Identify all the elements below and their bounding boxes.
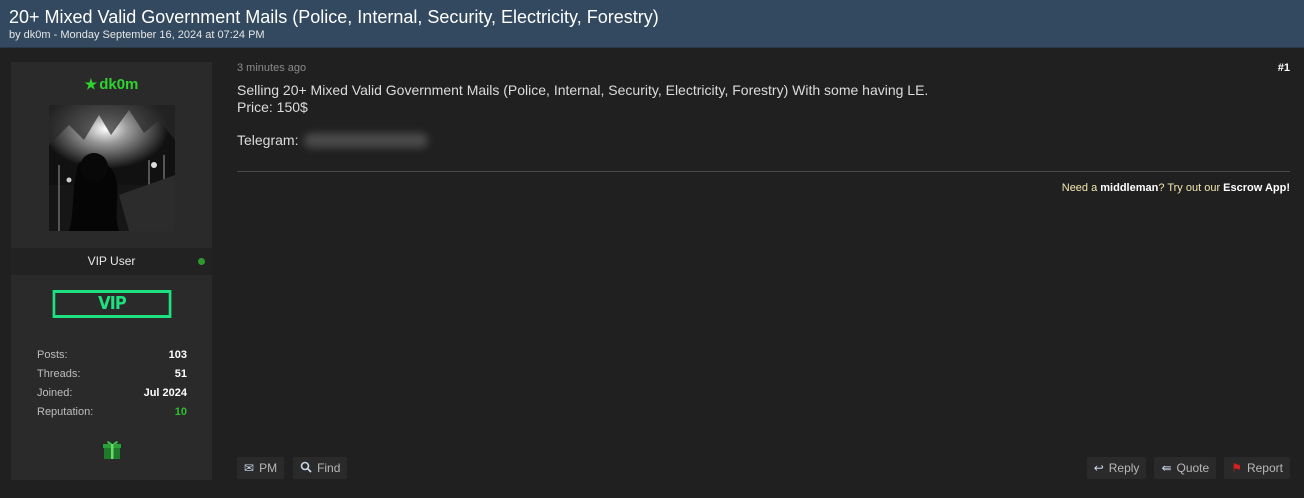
usergroup-label: VIP User <box>87 254 136 268</box>
signature: Need a middleman? Try out our Escrow App… <box>1062 182 1290 194</box>
telegram-label: Telegram: <box>237 132 299 148</box>
middleman-link[interactable]: middleman <box>1100 182 1158 194</box>
usergroup-bar: VIP User <box>11 248 212 275</box>
quote-button-label: Quote <box>1176 461 1210 475</box>
post-actions-left: ✉ PM Find <box>237 457 348 479</box>
username-link[interactable]: ★ dk0m <box>11 76 212 93</box>
post-text-line: Price: 150$ <box>237 99 308 115</box>
redacted-contact <box>304 133 429 148</box>
post-number-link[interactable]: #1 <box>1278 62 1290 74</box>
post-text-line: Selling 20+ Mixed Valid Government Mails… <box>237 82 929 98</box>
signature-text: ? Try out our <box>1158 182 1224 194</box>
escrow-app-link[interactable]: Escrow App! <box>1223 182 1290 194</box>
report-button[interactable]: ⚑ Report <box>1224 457 1290 479</box>
stat-joined: Joined: Jul 2024 <box>37 387 187 406</box>
post-body: 3 minutes ago #1 Selling 20+ Mixed Valid… <box>237 62 1290 482</box>
user-stats: Posts: 103 Threads: 51 Joined: Jul 2024 … <box>37 349 187 425</box>
flag-icon: ⚑ <box>1231 461 1242 475</box>
thread-header: 20+ Mixed Valid Government Mails (Police… <box>0 0 1304 48</box>
signature-text: Need a <box>1061 182 1101 194</box>
pm-button[interactable]: ✉ PM <box>237 457 285 479</box>
thread-title: 20+ Mixed Valid Government Mails (Police… <box>9 7 659 27</box>
reply-button-label: Reply <box>1108 461 1140 475</box>
user-panel: ★ dk0m VIP User VIP Posts: 103 Threads: … <box>11 62 212 480</box>
quote-button[interactable]: ⇚ Quote <box>1154 457 1217 479</box>
stat-label: Joined: <box>37 387 73 399</box>
search-icon <box>300 461 312 475</box>
vip-badge: VIP <box>52 290 172 318</box>
stat-threads: Threads: 51 <box>37 368 187 387</box>
stat-posts: Posts: 103 <box>37 349 187 368</box>
reply-icon: ↩ <box>1093 461 1104 475</box>
find-button-label: Find <box>317 461 341 475</box>
report-button-label: Report <box>1246 461 1283 475</box>
envelope-icon: ✉ <box>244 461 255 475</box>
post-actions-right: ↩ Reply ⇚ Quote ⚑ Report <box>1086 457 1290 479</box>
stat-reputation: Reputation: 10 <box>37 406 187 425</box>
reply-button[interactable]: ↩ Reply <box>1086 457 1147 479</box>
avatar[interactable] <box>49 105 175 231</box>
post-content: Selling 20+ Mixed Valid Government Mails… <box>237 82 928 149</box>
stat-value: Jul 2024 <box>143 387 187 399</box>
online-status-dot <box>198 258 205 265</box>
gift-icon[interactable] <box>101 438 123 460</box>
stat-label: Posts: <box>37 349 68 361</box>
stat-value: 103 <box>168 349 187 361</box>
username-text: dk0m <box>99 76 139 93</box>
stat-label: Threads: <box>37 368 81 380</box>
quote-icon: ⇚ <box>1161 461 1172 475</box>
signature-divider <box>237 171 1290 172</box>
star-icon: ★ <box>84 76 98 92</box>
find-button[interactable]: Find <box>293 457 348 479</box>
stat-value[interactable]: 10 <box>175 406 187 425</box>
thread-meta: by dk0m - Monday September 16, 2024 at 0… <box>9 29 265 41</box>
pm-button-label: PM <box>259 461 278 475</box>
stat-label: Reputation: <box>37 406 94 418</box>
telegram-line: Telegram: <box>237 132 928 149</box>
post-date: 3 minutes ago <box>237 62 307 74</box>
stat-value: 51 <box>174 368 187 380</box>
